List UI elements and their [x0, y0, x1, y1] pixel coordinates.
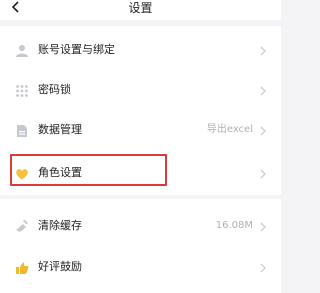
settings-item-label: 角色设置 [38, 166, 82, 179]
heart-icon [15, 166, 29, 180]
document-icon [15, 123, 29, 137]
header-bar: 设置 [0, 0, 281, 20]
settings-item-account[interactable]: 账号设置与绑定 [0, 30, 281, 70]
chevron-right-icon [259, 219, 267, 233]
chevron-right-icon [259, 83, 267, 97]
cache-size-value: 16.08M [215, 220, 253, 231]
settings-item-password-lock[interactable]: 密码锁 [0, 70, 281, 110]
chevron-right-icon [259, 123, 267, 137]
settings-item-label: 密码锁 [38, 83, 71, 96]
export-excel-value: 导出excel [206, 124, 253, 135]
broom-icon [15, 219, 29, 233]
chevron-right-icon [259, 166, 267, 180]
settings-item-label: 数据管理 [38, 123, 82, 136]
grid-dots-icon [15, 83, 29, 97]
settings-group-secondary: 清除缓存 16.08M 好评鼓励 [0, 199, 281, 293]
page-title: 设置 [128, 1, 153, 15]
settings-item-label: 账号设置与绑定 [38, 43, 115, 56]
person-icon [15, 43, 29, 57]
settings-item-rate-us[interactable]: 好评鼓励 [0, 247, 281, 287]
thumbs-up-icon [15, 260, 29, 274]
settings-item-label: 好评鼓励 [38, 260, 82, 273]
settings-item-role[interactable]: 角色设置 [0, 153, 281, 193]
settings-item-label: 清除缓存 [38, 219, 82, 232]
chevron-right-icon [259, 43, 267, 57]
settings-item-data-management[interactable]: 数据管理 导出excel [0, 110, 281, 150]
settings-group-primary: 账号设置与绑定 密码锁 数据管理 导出excel 角色设置 [0, 26, 281, 195]
chevron-right-icon [259, 260, 267, 274]
settings-item-clear-cache[interactable]: 清除缓存 16.08M [0, 206, 281, 246]
